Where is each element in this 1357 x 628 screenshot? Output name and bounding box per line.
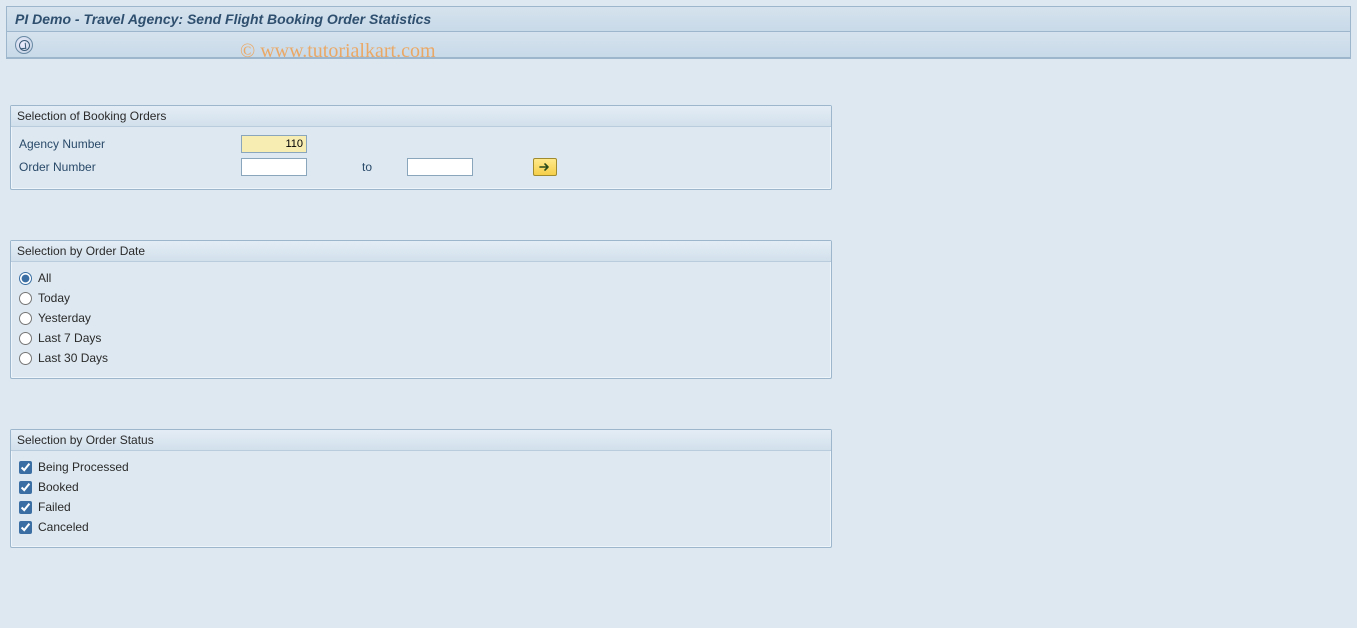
- radio-today[interactable]: [19, 292, 32, 305]
- checkbox-booked[interactable]: [19, 481, 32, 494]
- checkbox-booked-label: Booked: [38, 480, 79, 494]
- group-order-date: Selection by Order Date All Today Yester…: [10, 240, 832, 379]
- order-number-to-input[interactable]: [407, 158, 473, 176]
- application-toolbar: [7, 32, 1350, 58]
- application-frame: PI Demo - Travel Agency: Send Flight Boo…: [6, 6, 1351, 59]
- radio-last30-label: Last 30 Days: [38, 351, 108, 365]
- radio-all-label: All: [38, 271, 51, 285]
- checkbox-failed[interactable]: [19, 501, 32, 514]
- radio-today-label: Today: [38, 291, 70, 305]
- order-number-from-input[interactable]: [241, 158, 307, 176]
- radio-yesterday[interactable]: [19, 312, 32, 325]
- page-title: PI Demo - Travel Agency: Send Flight Boo…: [7, 7, 1350, 32]
- to-label: to: [337, 160, 397, 174]
- radio-all[interactable]: [19, 272, 32, 285]
- arrow-right-icon: [539, 162, 551, 172]
- checkbox-canceled[interactable]: [19, 521, 32, 534]
- radio-last7-label: Last 7 Days: [38, 331, 101, 345]
- agency-number-input[interactable]: [241, 135, 307, 153]
- execute-icon[interactable]: [15, 36, 33, 54]
- group-title-booking: Selection of Booking Orders: [11, 106, 831, 127]
- checkbox-canceled-label: Canceled: [38, 520, 89, 534]
- checkbox-failed-label: Failed: [38, 500, 71, 514]
- order-number-label: Order Number: [19, 160, 241, 174]
- group-booking-orders: Selection of Booking Orders Agency Numbe…: [10, 105, 832, 190]
- multiple-selection-button[interactable]: [533, 158, 557, 176]
- radio-last7[interactable]: [19, 332, 32, 345]
- group-title-date: Selection by Order Date: [11, 241, 831, 262]
- radio-yesterday-label: Yesterday: [38, 311, 91, 325]
- checkbox-processing-label: Being Processed: [38, 460, 129, 474]
- group-title-status: Selection by Order Status: [11, 430, 831, 451]
- content-area: Selection of Booking Orders Agency Numbe…: [0, 65, 1357, 558]
- group-order-status: Selection by Order Status Being Processe…: [10, 429, 832, 548]
- agency-number-label: Agency Number: [19, 137, 241, 151]
- radio-last30[interactable]: [19, 352, 32, 365]
- checkbox-processing[interactable]: [19, 461, 32, 474]
